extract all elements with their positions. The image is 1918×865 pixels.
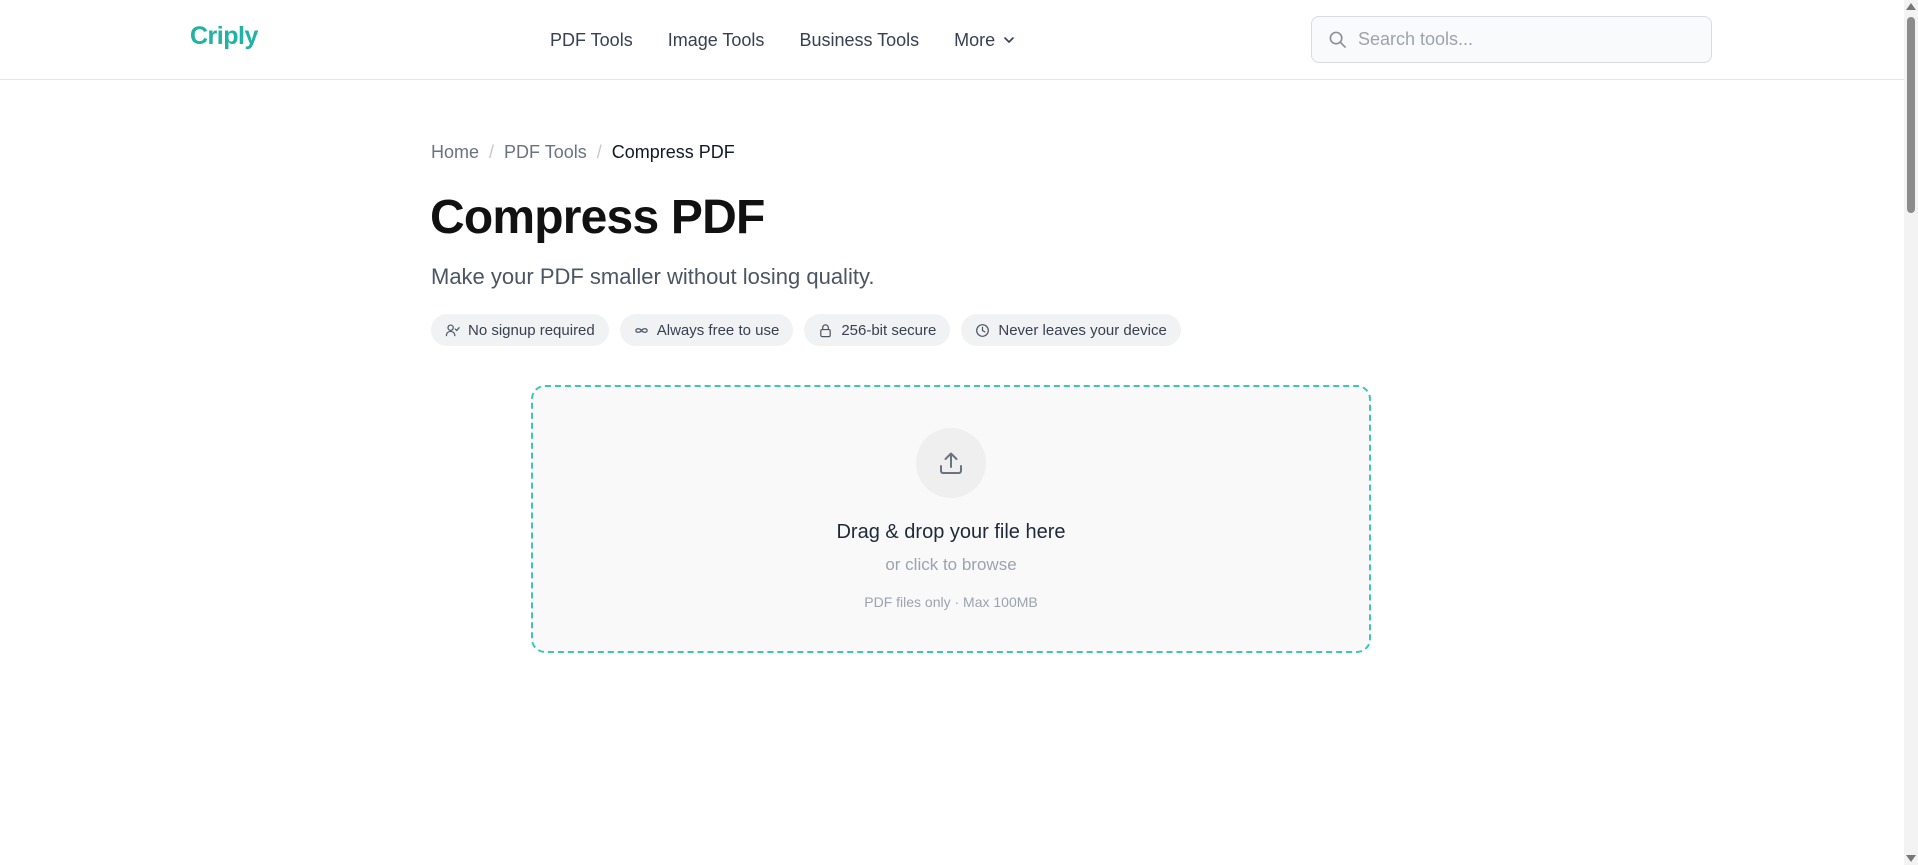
breadcrumb-separator: / xyxy=(596,142,602,162)
breadcrumb-home[interactable]: Home xyxy=(431,142,479,163)
chevron-down-icon xyxy=(1004,37,1014,43)
infinity-icon xyxy=(635,327,648,333)
upload-icon-container xyxy=(916,428,986,498)
scroll-thumb[interactable] xyxy=(1907,17,1915,213)
search-box[interactable] xyxy=(1311,16,1712,63)
badge-label: Never leaves your device xyxy=(998,321,1167,339)
badge-label: 256-bit secure xyxy=(841,321,937,339)
search-icon xyxy=(1329,31,1346,48)
badge-local: Never leaves your device xyxy=(961,314,1181,346)
file-dropzone[interactable]: Drag & drop your file here or click to b… xyxy=(531,385,1371,653)
logo[interactable]: Criply xyxy=(190,22,258,51)
badge-no-signup: No signup required xyxy=(431,314,609,346)
breadcrumb: Home / PDF Tools / Compress PDF xyxy=(431,142,735,163)
badge-secure: 256-bit secure xyxy=(804,314,951,346)
nav-item-more[interactable]: More xyxy=(954,30,1015,51)
search-input[interactable] xyxy=(1358,29,1688,50)
page-title: Compress PDF xyxy=(430,191,765,244)
nav-item-pdf-tools[interactable]: PDF Tools xyxy=(550,30,633,51)
top-navigation-bar: Criply PDF Tools Image Tools Business To… xyxy=(0,0,1904,80)
badge-label: Always free to use xyxy=(656,321,780,339)
nav-item-image-tools[interactable]: Image Tools xyxy=(668,30,765,51)
scroll-up-arrow-icon[interactable] xyxy=(1906,3,1916,10)
feature-badges: No signup required Always free to use 25… xyxy=(431,314,1181,346)
upload-icon xyxy=(940,452,962,474)
lock-icon xyxy=(820,323,832,337)
nav-item-business-tools[interactable]: Business Tools xyxy=(799,30,919,51)
page: Criply PDF Tools Image Tools Business To… xyxy=(0,0,1918,865)
nav-item-more-label: More xyxy=(954,29,996,50)
page-subtitle: Make your PDF smaller without losing qua… xyxy=(431,264,875,289)
main-nav: PDF Tools Image Tools Business Tools Mor… xyxy=(550,0,1015,80)
badge-free: Always free to use xyxy=(619,314,794,346)
dropzone-hint: PDF files only · Max 100MB xyxy=(864,594,1038,610)
breadcrumb-pdf-tools[interactable]: PDF Tools xyxy=(504,142,587,163)
dropzone-browse-link[interactable]: or click to browse xyxy=(533,555,1369,575)
dropzone-title: Drag & drop your file here xyxy=(836,521,1066,543)
breadcrumb-current: Compress PDF xyxy=(611,142,735,162)
breadcrumb-separator: / xyxy=(489,142,495,162)
clock-icon xyxy=(976,323,990,337)
badge-label: No signup required xyxy=(468,321,595,339)
scroll-down-arrow-icon[interactable] xyxy=(1906,855,1916,862)
page-scrollbar[interactable] xyxy=(1904,0,1918,865)
user-check-icon xyxy=(445,323,460,336)
